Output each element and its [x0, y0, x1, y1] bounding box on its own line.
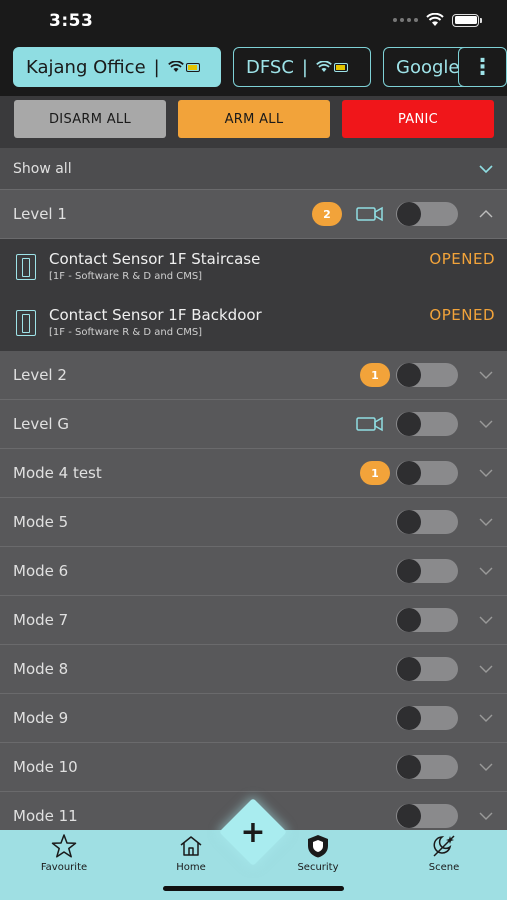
arm-toggle[interactable] [396, 202, 458, 226]
zone-label: Mode 8 [13, 660, 69, 678]
zone-label: Mode 11 [13, 807, 78, 825]
zone-row-mode-4-test[interactable]: Mode 4 test 1 [0, 449, 507, 498]
arm-toggle[interactable] [396, 363, 458, 387]
chevron-down-icon[interactable] [479, 368, 493, 382]
site-tab-separator: | [153, 56, 160, 78]
sensor-name: Contact Sensor 1F Backdoor [49, 306, 262, 324]
home-icon [178, 832, 204, 860]
hub-status-icon [316, 61, 348, 73]
nav-label: Scene [428, 862, 460, 873]
zone-row-level-1[interactable]: Level 1 2 [0, 190, 507, 239]
arm-toggle[interactable] [396, 559, 458, 583]
panic-button[interactable]: PANIC [342, 100, 494, 138]
zone-label: Mode 10 [13, 758, 78, 776]
zone-row-mode-10[interactable]: Mode 10 [0, 743, 507, 792]
action-bar: DISARM ALL ARM ALL PANIC [0, 96, 507, 148]
chevron-down-icon[interactable] [479, 662, 493, 676]
contact-sensor-icon [16, 310, 36, 336]
status-icons [393, 13, 482, 27]
arm-toggle[interactable] [396, 510, 458, 534]
zone-label: Level G [13, 415, 69, 433]
chevron-up-icon[interactable] [479, 207, 493, 221]
sensor-location: [1F - Software R & D and CMS] [49, 327, 203, 338]
sensor-item[interactable]: Contact Sensor 1F Staircase [1F - Softwa… [0, 239, 507, 295]
nav-label: Security [297, 862, 339, 873]
vertical-ellipsis-icon: ⋮ [471, 54, 494, 80]
sensor-item[interactable]: Contact Sensor 1F Backdoor [1F - Softwar… [0, 295, 507, 351]
star-icon [51, 832, 77, 860]
arm-toggle[interactable] [396, 755, 458, 779]
nav-security[interactable]: Security [273, 832, 363, 873]
chevron-down-icon[interactable] [479, 613, 493, 627]
filter-label: Show all [13, 160, 72, 177]
nav-scene[interactable]: Scene [399, 832, 489, 873]
camera-icon[interactable] [356, 206, 384, 222]
camera-icon[interactable] [356, 416, 384, 432]
zone-row-level-2[interactable]: Level 2 1 [0, 351, 507, 400]
arm-toggle[interactable] [396, 608, 458, 632]
site-tab-label: Kajang Office [26, 56, 146, 78]
zone-row-mode-9[interactable]: Mode 9 [0, 694, 507, 743]
arm-toggle[interactable] [396, 706, 458, 730]
wifi-icon [426, 13, 444, 26]
scene-icon [430, 832, 458, 860]
chevron-down-icon[interactable] [479, 466, 493, 480]
alert-count-badge: 1 [360, 363, 390, 387]
zone-row-mode-7[interactable]: Mode 7 [0, 596, 507, 645]
arm-all-button[interactable]: ARM ALL [178, 100, 330, 138]
home-indicator [163, 886, 344, 891]
zone-row-mode-6[interactable]: Mode 6 [0, 547, 507, 596]
hub-status-icon [167, 61, 200, 73]
zone-row-mode-5[interactable]: Mode 5 [0, 498, 507, 547]
cellular-signal-icon [393, 18, 418, 22]
sensor-name: Contact Sensor 1F Staircase [49, 250, 261, 268]
chevron-down-icon[interactable] [479, 711, 493, 725]
zone-row-mode-8[interactable]: Mode 8 [0, 645, 507, 694]
chevron-down-icon[interactable] [479, 417, 493, 431]
sensor-state: OPENED [429, 306, 495, 324]
zone-label: Level 2 [13, 366, 67, 384]
nav-home[interactable]: Home [146, 832, 236, 873]
alert-count-badge: 2 [312, 202, 342, 226]
arm-toggle[interactable] [396, 657, 458, 681]
zone-label: Mode 4 test [13, 464, 102, 482]
battery-icon [452, 13, 482, 27]
chevron-down-icon[interactable] [479, 515, 493, 529]
site-tab-kajang-office[interactable]: Kajang Office | [13, 47, 221, 87]
zone-label: Mode 7 [13, 611, 69, 629]
zone-label: Mode 6 [13, 562, 69, 580]
alert-count-badge: 1 [360, 461, 390, 485]
contact-sensor-icon [16, 254, 36, 280]
more-menu-button[interactable]: ⋮ [458, 47, 507, 87]
shield-icon [305, 832, 331, 860]
zone-label: Mode 9 [13, 709, 69, 727]
sensor-list: Contact Sensor 1F Staircase [1F - Softwa… [0, 239, 507, 351]
chevron-down-icon[interactable] [479, 760, 493, 774]
site-tabs: Kajang Office | DFSC | Google ⋮ [0, 44, 507, 96]
plus-icon[interactable]: + [229, 808, 277, 856]
status-time: 3:53 [49, 11, 94, 31]
zone-list: Show all Level 1 2 Contact Sensor 1F Sta… [0, 148, 507, 841]
nav-label: Favourite [40, 862, 88, 873]
sensor-location: [1F - Software R & D and CMS] [49, 271, 203, 282]
site-tab-separator: | [301, 56, 308, 78]
chevron-down-icon[interactable] [479, 809, 493, 823]
chevron-down-icon[interactable] [479, 564, 493, 578]
zone-label: Mode 5 [13, 513, 69, 531]
chevron-down-icon [479, 162, 493, 176]
site-tab-label: Google [396, 56, 460, 78]
disarm-all-button[interactable]: DISARM ALL [14, 100, 166, 138]
nav-favourite[interactable]: Favourite [19, 832, 109, 873]
arm-toggle[interactable] [396, 461, 458, 485]
status-bar: 3:53 [0, 0, 507, 44]
site-tab-dfsc[interactable]: DFSC | [233, 47, 371, 87]
site-tab-label: DFSC [246, 56, 294, 78]
arm-toggle[interactable] [396, 412, 458, 436]
show-all-filter[interactable]: Show all [0, 148, 507, 190]
zone-label: Level 1 [13, 205, 67, 223]
zone-row-level-g[interactable]: Level G [0, 400, 507, 449]
sensor-state: OPENED [429, 250, 495, 268]
nav-label: Home [176, 862, 206, 873]
arm-toggle[interactable] [396, 804, 458, 828]
